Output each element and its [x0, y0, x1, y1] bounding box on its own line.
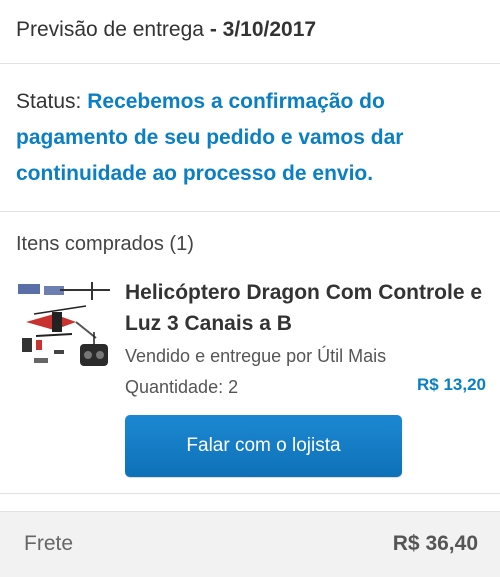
- shipping-row: Frete R$ 36,40: [0, 511, 500, 577]
- helicopter-product-image[interactable]: [14, 278, 114, 374]
- order-status: Status: Recebemos a confirmação do pagam…: [16, 84, 492, 192]
- delivery-label: Previsão de entrega: [16, 18, 204, 41]
- divider: [0, 493, 500, 494]
- quantity-text: Quantidade: 2: [125, 377, 239, 397]
- product-title[interactable]: Helicóptero Dragon Com Controle e Luz 3 …: [125, 277, 495, 339]
- delivery-date: - 3/10/2017: [209, 18, 317, 41]
- delivery-forecast: Previsão de entrega - 3/10/2017: [16, 12, 316, 48]
- order-detail-page: Previsão de entrega - 3/10/2017 Status: …: [0, 0, 500, 577]
- shipping-label: Frete: [24, 532, 74, 555]
- seller-info: Vendido e entregue por Útil Mais: [125, 346, 387, 366]
- status-label: Status:: [16, 90, 82, 113]
- item-price: R$ 13,20: [417, 375, 486, 394]
- items-heading: Itens comprados (1): [16, 233, 194, 255]
- quantity-price-row: Quantidade: 2 R$ 13,20: [125, 372, 486, 400]
- helicopter-icon: [18, 282, 110, 366]
- contact-seller-button[interactable]: Falar com o lojista: [125, 415, 402, 477]
- divider: [0, 211, 500, 212]
- divider: [0, 63, 500, 64]
- shipping-value: R$ 36,40: [392, 532, 478, 555]
